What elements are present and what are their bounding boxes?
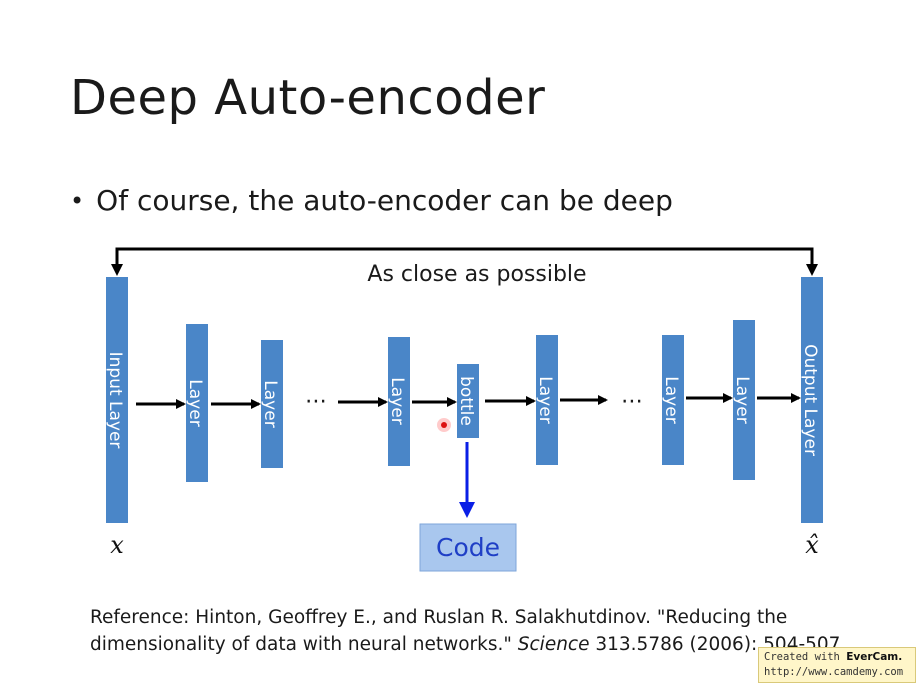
layer-label: Layer xyxy=(387,377,407,424)
autoencoder-diagram: As close as possible Input Layer Layer L… xyxy=(105,247,823,572)
output-layer-label: Output Layer xyxy=(800,344,820,456)
pointer-cursor-icon xyxy=(437,418,451,432)
layer-label: Layer xyxy=(535,376,555,423)
ellipsis-right: ⋯ xyxy=(621,389,643,414)
reference-journal: Science xyxy=(517,634,590,655)
bottleneck-layer: bottle xyxy=(456,364,479,438)
encoder-layer: Layer xyxy=(185,324,208,482)
reference-citation: Reference: Hinton, Geoffrey E., and Rusl… xyxy=(90,604,870,658)
input-symbol: x xyxy=(110,531,124,559)
input-layer-label: Input Layer xyxy=(105,352,125,449)
decoder-layer: Layer xyxy=(732,320,755,480)
output-layer: Output Layer xyxy=(800,277,823,523)
code-label: Code xyxy=(436,533,500,562)
watermark-created-with: Created with xyxy=(764,651,847,663)
decoder-layer: Layer xyxy=(661,335,684,465)
bottleneck-label: bottle xyxy=(456,376,476,426)
output-symbol: x̂ xyxy=(805,531,819,559)
layer-label: Layer xyxy=(661,376,681,423)
layer-label: Layer xyxy=(185,379,205,426)
evercam-watermark: Created with EverCam. http://www.camdemy… xyxy=(758,647,916,683)
layer-label: Layer xyxy=(732,376,752,423)
input-layer: Input Layer xyxy=(105,277,128,523)
code-arrowhead-icon xyxy=(459,502,475,518)
bracket-arrow-left-icon xyxy=(111,264,123,276)
decoder-layer: Layer xyxy=(535,335,558,465)
code-box: Code xyxy=(419,523,517,572)
ellipsis-left: ⋯ xyxy=(305,389,327,414)
layer-label: Layer xyxy=(260,380,280,427)
watermark-brand: EverCam. xyxy=(846,651,903,663)
encoder-layer: Layer xyxy=(260,340,283,468)
bracket-arrow-right-icon xyxy=(806,264,818,276)
closeness-label: As close as possible xyxy=(367,262,586,287)
encoder-layer: Layer xyxy=(387,337,410,466)
watermark-url: http://www.camdemy.com xyxy=(764,666,904,678)
